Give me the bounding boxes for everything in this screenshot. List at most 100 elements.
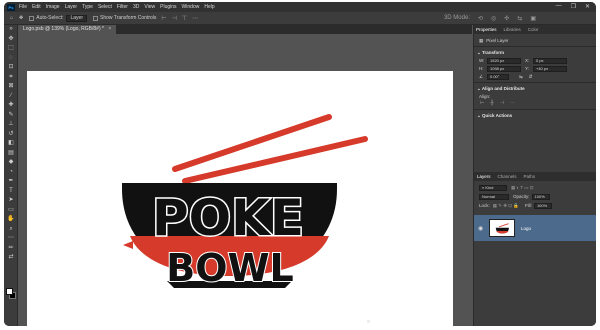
menu-layer[interactable]: Layer <box>65 4 78 10</box>
lock-icons[interactable]: ▦ ✎ ✥ ⊡ 🔒 <box>493 202 519 209</box>
tab-properties[interactable]: Properties <box>476 27 497 32</box>
more-options-icon[interactable]: ⋯ <box>192 15 198 22</box>
opacity-field[interactable]: 100% <box>531 193 550 200</box>
type-tool-icon[interactable]: T <box>4 187 18 197</box>
transform-controls-checkbox[interactable] <box>93 15 98 21</box>
bowl-leaf <box>123 241 133 249</box>
stamp-tool-icon[interactable]: ⊥ <box>4 120 18 130</box>
divider <box>474 109 596 110</box>
history-brush-tool-icon[interactable]: ↺ <box>4 130 18 140</box>
hand-tool-icon[interactable]: ✋ <box>4 215 18 225</box>
slide-3d-icon[interactable]: ⇆ <box>517 15 522 22</box>
align-left-icon[interactable]: ⊢ <box>161 15 166 22</box>
menu-image[interactable]: Image <box>46 4 60 10</box>
healing-brush-tool-icon[interactable]: ✚ <box>4 101 18 111</box>
fill-field[interactable]: 100% <box>533 202 552 209</box>
drag-3d-icon[interactable]: ✣ <box>504 15 509 22</box>
close-button[interactable]: ✕ <box>585 3 590 10</box>
align-label: Align: <box>479 94 491 99</box>
rotate-3d-icon[interactable]: ⟲ <box>478 15 483 22</box>
maximize-button[interactable]: ❐ <box>571 3 576 10</box>
document-canvas[interactable]: POKE BOWL <box>27 71 453 326</box>
align-title: Align and Distribute <box>481 86 525 91</box>
layer-name[interactable]: Logo <box>521 226 531 231</box>
foreground-color-swatch[interactable] <box>6 288 13 295</box>
menu-type[interactable]: Type <box>82 4 93 10</box>
tab-layers[interactable]: Layers <box>477 174 491 179</box>
flip-horizontal-icon[interactable]: ⇋ <box>519 73 523 80</box>
auto-select-checkbox[interactable] <box>29 15 35 21</box>
menu-filter[interactable]: Filter <box>117 4 128 10</box>
menu-3d[interactable]: 3D <box>133 4 139 10</box>
brush-tool-icon[interactable]: ✎ <box>4 111 18 121</box>
align-top-icon[interactable]: ⊤ <box>182 15 187 22</box>
angle-field[interactable]: 0.00° <box>487 73 509 80</box>
path-select-tool-icon[interactable]: ➤ <box>4 196 18 206</box>
tab-channels[interactable]: Channels <box>498 174 517 179</box>
dodge-tool-icon[interactable]: ◔ <box>4 168 18 178</box>
height-field[interactable]: 1098 px <box>487 65 521 72</box>
align-center-icon[interactable]: ⊣ <box>172 15 177 22</box>
x-field[interactable]: 0 px <box>533 57 567 64</box>
eyedropper-tool-icon[interactable]: ⁄ <box>4 92 18 102</box>
home-icon[interactable]: ⌂ <box>10 15 13 21</box>
flip-vertical-icon[interactable]: ⇵ <box>529 73 533 80</box>
align-right-edges-icon[interactable]: ⊣ <box>500 100 504 107</box>
align-header[interactable]: ⌄ Align and Distribute <box>474 85 596 93</box>
gradient-tool-icon[interactable]: ▤ <box>4 149 18 159</box>
eraser-tool-icon[interactable]: ◧ <box>4 139 18 149</box>
tab-color[interactable]: Color <box>528 27 539 32</box>
menu-edit[interactable]: Edit <box>32 4 41 10</box>
scale-3d-icon[interactable]: ▣ <box>530 15 536 22</box>
menu-view[interactable]: View <box>144 4 155 10</box>
tab-libraries[interactable]: Libraries <box>504 27 521 32</box>
menu-file[interactable]: File <box>19 4 27 10</box>
auto-select-dropdown[interactable]: Layer <box>66 14 87 22</box>
h-label: H: <box>479 66 484 71</box>
marquee-tool-icon[interactable]: ⬚ <box>4 44 18 54</box>
app-logo[interactable]: Ps <box>7 3 15 11</box>
width-field[interactable]: 1520 px <box>487 57 521 64</box>
menu-select[interactable]: Select <box>98 4 112 10</box>
move-tool-icon[interactable]: ✥ <box>19 15 23 21</box>
layer-filter-dropdown[interactable]: ⌕ Kind <box>479 184 507 191</box>
lasso-tool-icon[interactable]: ◌ <box>4 54 18 64</box>
filter-icons[interactable]: ▦ ◐ T ▭ ⊡ <box>511 184 534 191</box>
layer-row-logo[interactable]: ◉ Logo <box>474 215 596 241</box>
visibility-eye-icon[interactable]: ◉ <box>478 225 486 232</box>
quick-actions-header[interactable]: ⌄ Quick Actions <box>474 112 596 120</box>
transform-header[interactable]: ⌄ Transform <box>474 49 596 57</box>
crop-tool-icon[interactable]: ⌗ <box>4 73 18 83</box>
rectangle-tool-icon[interactable]: ▭ <box>4 206 18 216</box>
pen-tool-icon[interactable]: ✒ <box>4 177 18 187</box>
menu-plugins[interactable]: Plugins <box>160 4 176 10</box>
window-controls: — ❐ ✕ <box>556 3 590 10</box>
y-field[interactable]: +40 px <box>533 65 567 72</box>
edit-toolbar-icon[interactable]: ✏ <box>4 244 18 254</box>
chopstick-lower <box>182 136 368 184</box>
more-align-icon[interactable]: ⋯ <box>510 100 515 107</box>
menu-window[interactable]: Window <box>182 4 200 10</box>
tab-paths[interactable]: Paths <box>524 174 536 179</box>
blur-tool-icon[interactable]: ◆ <box>4 158 18 168</box>
logo-text-poke: POKE <box>152 189 304 247</box>
fill-label: Fill: <box>524 203 532 208</box>
minimize-button[interactable]: — <box>556 3 562 10</box>
object-select-tool-icon[interactable]: ⊡ <box>4 63 18 73</box>
document-tab[interactable]: Logo.psb @ 139% (Logo, RGB/8#) * × <box>18 25 117 34</box>
menu-help[interactable]: Help <box>204 4 214 10</box>
close-document-icon[interactable]: × <box>108 26 111 32</box>
blend-mode-dropdown[interactable]: Normal <box>479 193 509 200</box>
align-horizontal-centers-icon[interactable]: ╫ <box>490 100 494 107</box>
more-tools-icon[interactable]: ⋯ <box>4 234 18 244</box>
collapse-icon[interactable]: » <box>4 25 18 35</box>
layers-tabs: Layers Channels Paths <box>474 172 596 181</box>
zoom-tool-icon[interactable]: ⌕ <box>4 225 18 235</box>
swap-colors-icon[interactable]: ⇄ <box>4 253 18 263</box>
frame-tool-icon[interactable]: ⊠ <box>4 82 18 92</box>
move-tool-icon[interactable]: ✥ <box>4 35 18 45</box>
document-title: Logo.psb @ 139% (Logo, RGB/8#) * <box>23 26 104 32</box>
roll-3d-icon[interactable]: ◎ <box>491 15 496 22</box>
layer-filter-row: ⌕ Kind ▦ ◐ T ▭ ⊡ <box>474 184 596 191</box>
align-left-edges-icon[interactable]: ⊢ <box>480 100 484 107</box>
